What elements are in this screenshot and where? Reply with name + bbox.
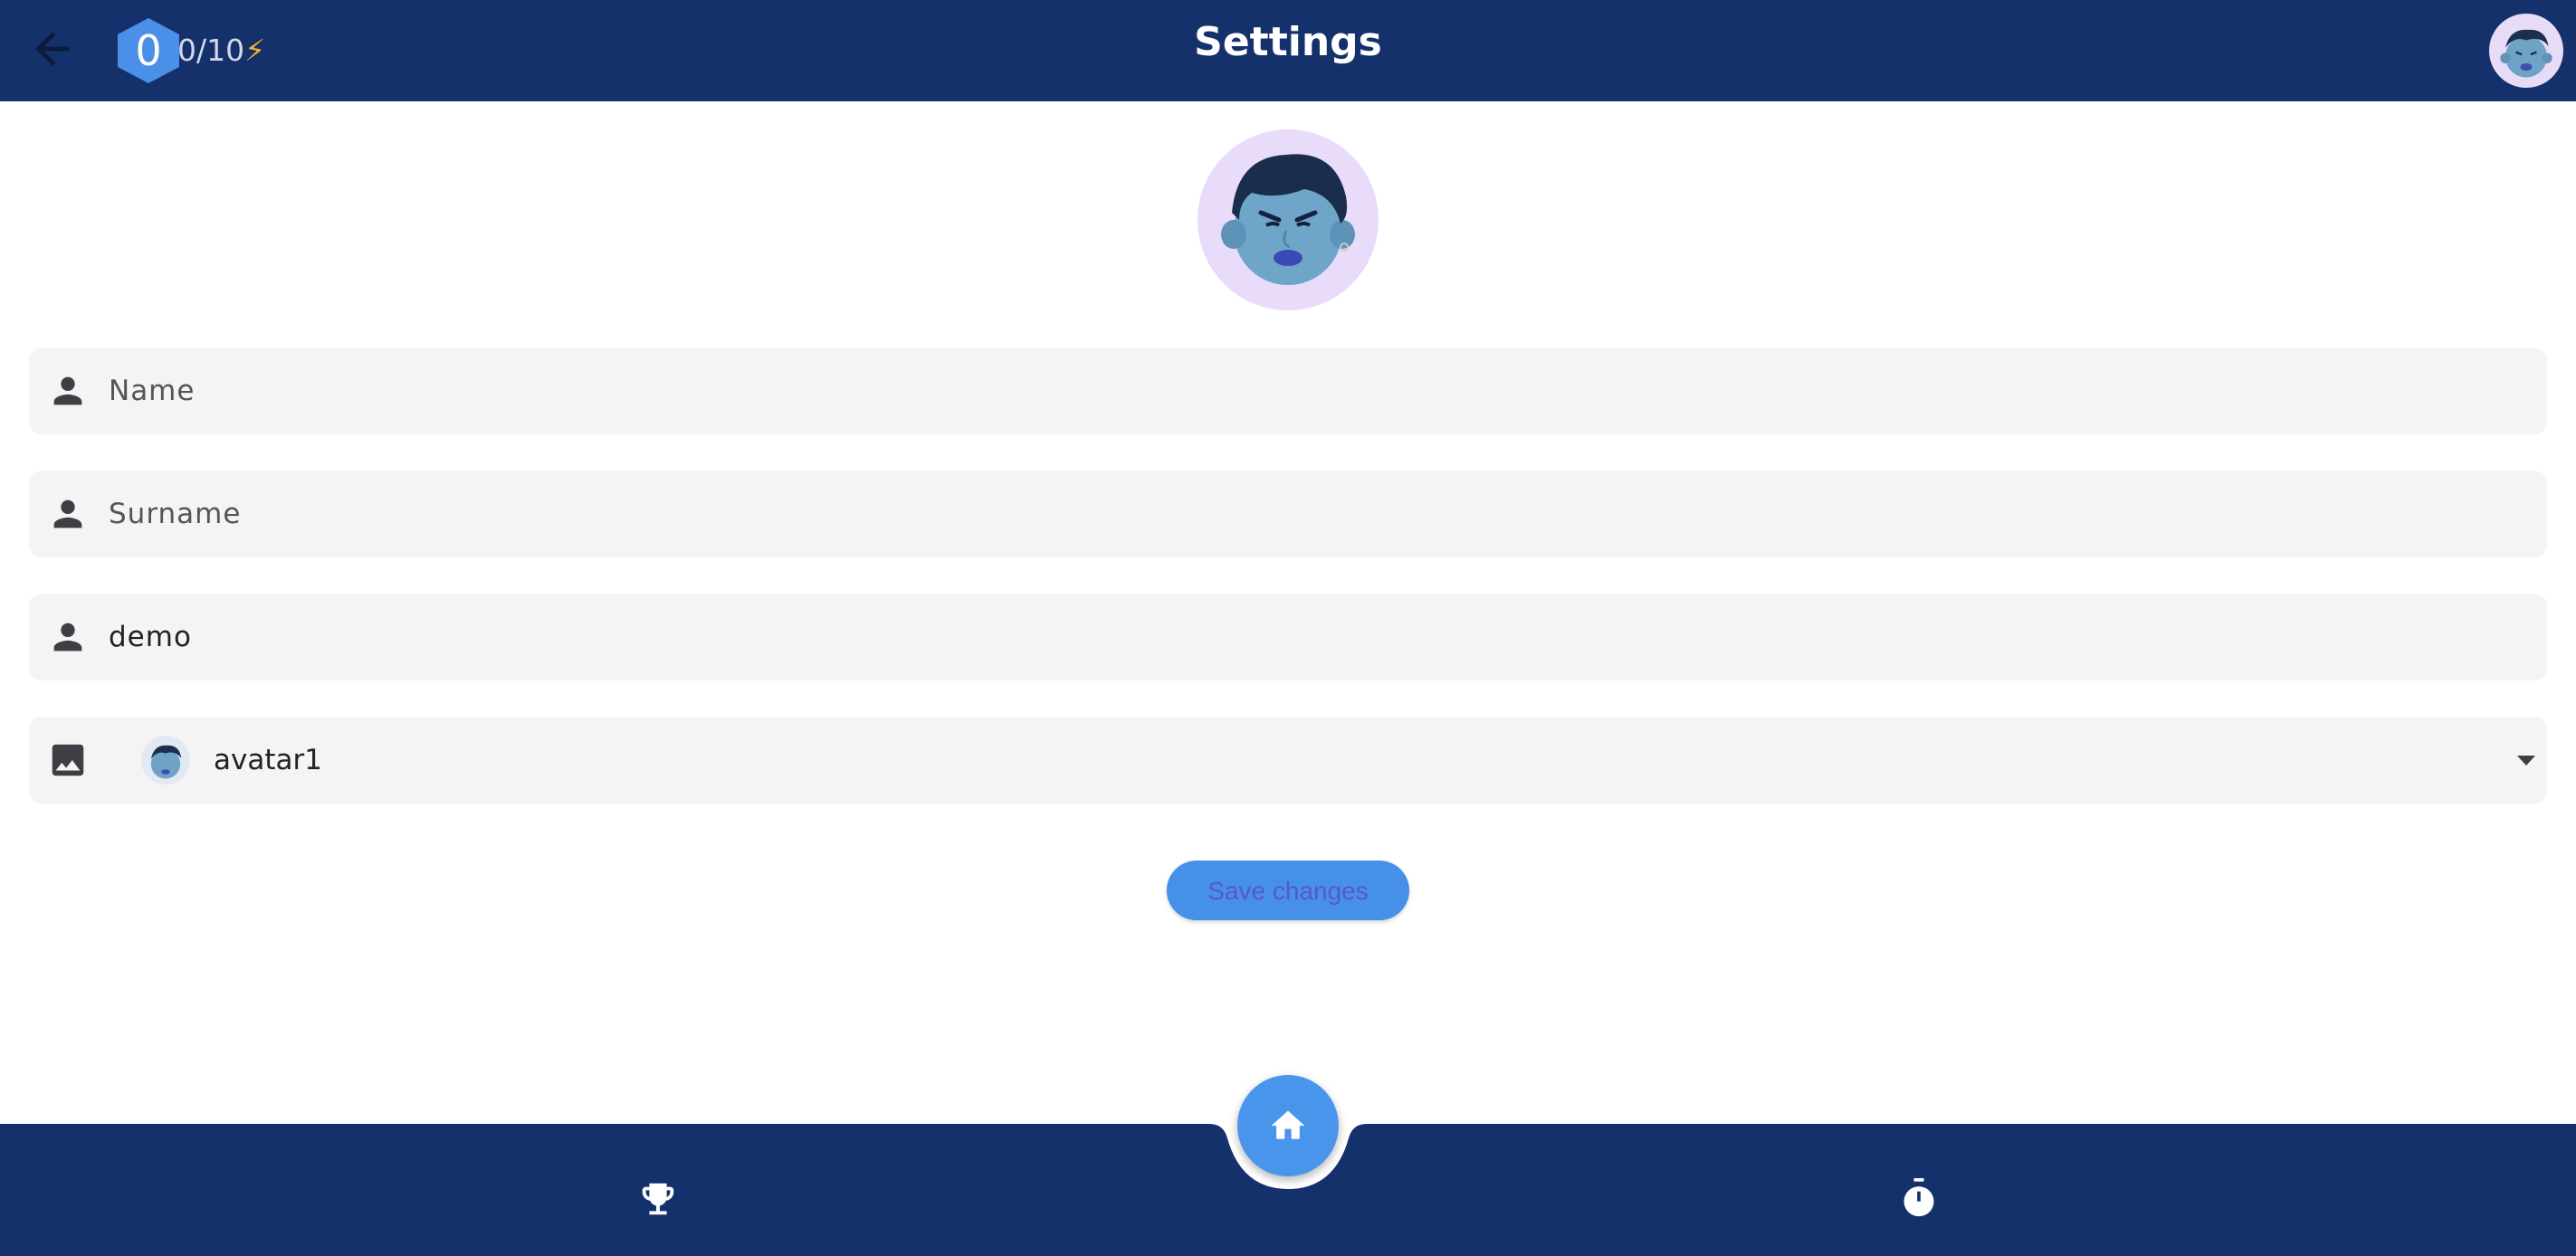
profile-avatar-button[interactable]: [2489, 14, 2563, 88]
trophy-icon[interactable]: [637, 1178, 679, 1220]
avatar-select-value: avatar1: [214, 744, 322, 776]
top-app-bar: 0 0/10⚡ Settings: [0, 0, 2576, 101]
avatar-select[interactable]: avatar1: [29, 717, 2547, 804]
username-input[interactable]: [109, 594, 2462, 680]
name-input[interactable]: [109, 347, 2462, 434]
save-changes-button[interactable]: Save changes: [1167, 861, 1409, 920]
home-button[interactable]: [1237, 1075, 1339, 1176]
home-icon: [1271, 1110, 1305, 1139]
profile-avatar-large: [1197, 129, 1379, 310]
person-icon: [53, 376, 82, 405]
name-field[interactable]: [29, 347, 2547, 434]
avatar-option-thumbnail: [141, 736, 190, 785]
avatar-face-icon: [2500, 29, 2552, 78]
caret-down-icon[interactable]: [2513, 749, 2540, 771]
avatar-face-icon: [1221, 154, 1355, 285]
surname-field[interactable]: [29, 471, 2547, 557]
image-icon: [52, 744, 84, 776]
person-icon: [53, 500, 82, 528]
username-field[interactable]: [29, 594, 2547, 680]
page-title: Settings: [1194, 19, 1382, 65]
stopwatch-icon[interactable]: [1899, 1176, 1939, 1220]
avatar-face-icon: [150, 745, 182, 779]
person-icon: [53, 623, 82, 652]
surname-input[interactable]: [109, 471, 2462, 557]
